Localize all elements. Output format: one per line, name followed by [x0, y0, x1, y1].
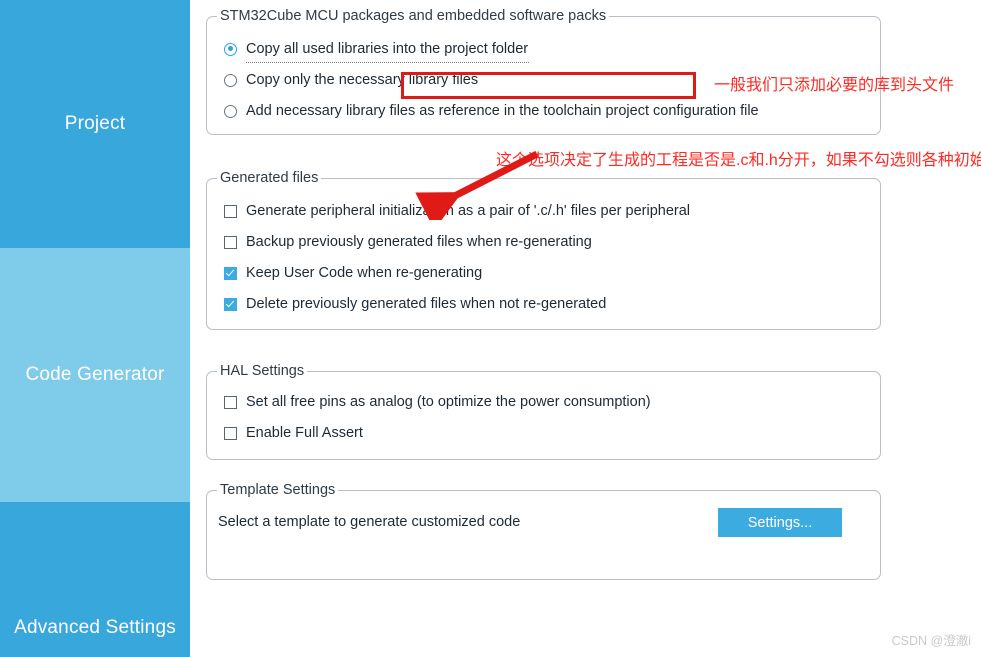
checkbox-row-keep-user-code[interactable]: Keep User Code when re-generating — [224, 265, 482, 281]
checkbox-label-delete-previous: Delete previously generated files when n… — [246, 296, 607, 312]
sidebar: Project Code Generator Advanced Settings — [0, 0, 190, 657]
radio-label-add-as-reference: Add necessary library files as reference… — [246, 103, 759, 119]
annotation-library-note: 一般我们只添加必要的库到头文件 — [714, 77, 955, 94]
checkbox-row-delete-previous[interactable]: Delete previously generated files when n… — [224, 296, 606, 312]
sidebar-item-code-generator[interactable]: Code Generator — [0, 248, 190, 502]
checkbox-delete-previous[interactable] — [224, 297, 237, 311]
radio-copy-only-necessary[interactable] — [224, 73, 237, 87]
radio-label-copy-all-libraries: Copy all used libraries into the project… — [246, 41, 529, 57]
group-generated-files: Generated files Generate peripheral init… — [206, 170, 881, 330]
group-title-mcu-packages: STM32Cube MCU packages and embedded soft… — [217, 8, 610, 24]
checkbox-generate-peripheral-pair[interactable] — [224, 204, 237, 218]
checkbox-label-backup-previous: Backup previously generated files when r… — [246, 234, 592, 250]
group-title-template-settings: Template Settings — [217, 482, 339, 498]
checkbox-backup-previous[interactable] — [224, 235, 237, 249]
checkbox-label-free-pins-analog: Set all free pins as analog (to optimize… — [246, 394, 651, 410]
checkbox-enable-full-assert[interactable] — [224, 426, 237, 440]
sidebar-item-project[interactable]: Project — [0, 0, 190, 248]
radio-add-as-reference[interactable] — [224, 104, 237, 118]
checkbox-label-generate-peripheral-pair: Generate peripheral initialization as a … — [246, 203, 690, 219]
checkbox-keep-user-code[interactable] — [224, 266, 237, 280]
checkbox-row-enable-full-assert[interactable]: Enable Full Assert — [224, 425, 363, 441]
template-settings-button[interactable]: Settings... — [718, 508, 842, 537]
watermark-text: CSDN @澄澈i — [891, 634, 971, 648]
settings-content-panel: STM32Cube MCU packages and embedded soft… — [190, 0, 981, 657]
sidebar-item-advanced-settings[interactable]: Advanced Settings — [0, 502, 190, 657]
group-title-generated-files: Generated files — [217, 170, 322, 186]
annotation-generated-note: 这个选项决定了生成的工程是否是.c和.h分开，如果不勾选则各种初始化都在main… — [496, 152, 981, 169]
checkbox-label-keep-user-code: Keep User Code when re-generating — [246, 265, 483, 281]
checkbox-label-enable-full-assert: Enable Full Assert — [246, 425, 363, 441]
radio-row-copy-all-libraries[interactable]: Copy all used libraries into the project… — [224, 41, 528, 57]
group-title-hal-settings: HAL Settings — [217, 363, 308, 379]
template-description: Select a template to generate customized… — [218, 514, 521, 530]
sidebar-item-label: Code Generator — [25, 364, 165, 385]
focus-indicator-underline — [246, 61, 529, 63]
checkbox-row-backup-previous[interactable]: Backup previously generated files when r… — [224, 234, 592, 250]
checkbox-row-free-pins-analog[interactable]: Set all free pins as analog (to optimize… — [224, 394, 651, 410]
checkbox-free-pins-analog[interactable] — [224, 395, 237, 409]
radio-row-add-as-reference[interactable]: Add necessary library files as reference… — [224, 103, 759, 119]
template-settings-button-label: Settings... — [747, 514, 813, 531]
checkbox-row-generate-peripheral-pair[interactable]: Generate peripheral initialization as a … — [224, 203, 690, 219]
sidebar-item-label: Advanced Settings — [14, 617, 176, 638]
sidebar-item-label: Project — [64, 113, 126, 134]
group-hal-settings: HAL Settings Set all free pins as analog… — [206, 363, 881, 460]
radio-copy-all-libraries[interactable] — [224, 42, 237, 56]
annotation-highlight-rectangle — [401, 72, 696, 99]
